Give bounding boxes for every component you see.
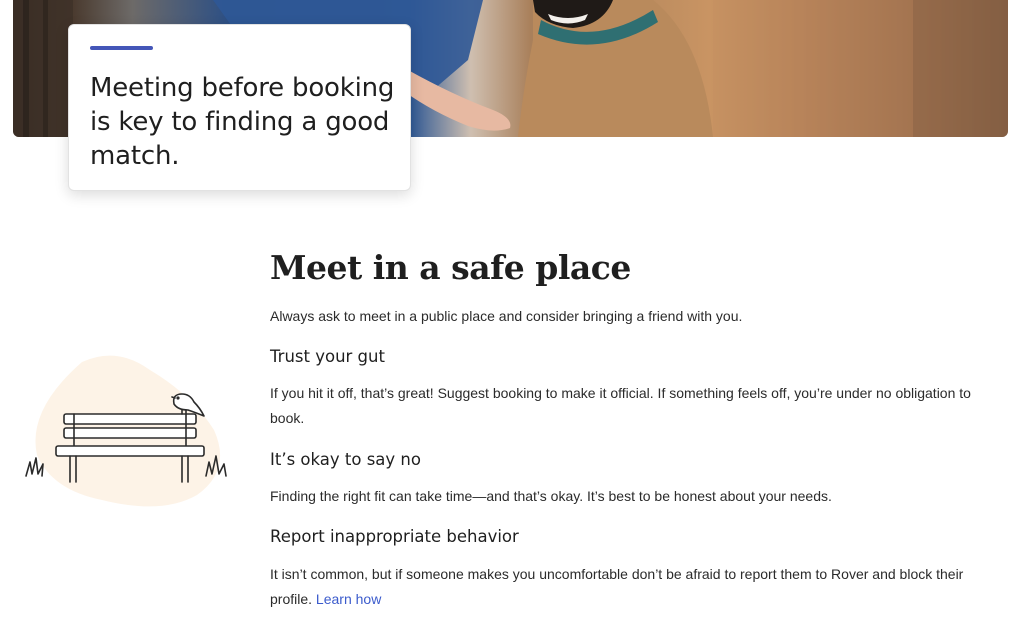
report-behavior-paragraph: It isn’t common, but if someone makes yo… xyxy=(270,562,990,612)
report-behavior-heading: Report inappropriate behavior xyxy=(270,527,519,546)
section-title: Meet in a safe place xyxy=(270,248,631,287)
intro-text: Always ask to meet in a public place and… xyxy=(270,308,743,324)
hero-callout-text: Meeting before booking is key to finding… xyxy=(90,73,395,171)
hero-callout-card: Meeting before booking is key to finding… xyxy=(68,24,411,191)
park-bench-with-bird-icon xyxy=(22,350,234,510)
trust-your-gut-text: If you hit it off, that’s great! Suggest… xyxy=(270,385,971,426)
accent-bar xyxy=(90,46,153,50)
safety-tips-page: Meeting before booking is key to finding… xyxy=(0,0,1024,627)
okay-to-say-no-text: Finding the right fit can take time—and … xyxy=(270,488,832,504)
okay-to-say-no-heading: It’s okay to say no xyxy=(270,450,421,469)
safety-content: Meet in a safe place Always ask to meet … xyxy=(270,244,990,607)
learn-how-link[interactable]: Learn how xyxy=(316,591,381,607)
trust-your-gut-heading: Trust your gut xyxy=(270,347,385,366)
